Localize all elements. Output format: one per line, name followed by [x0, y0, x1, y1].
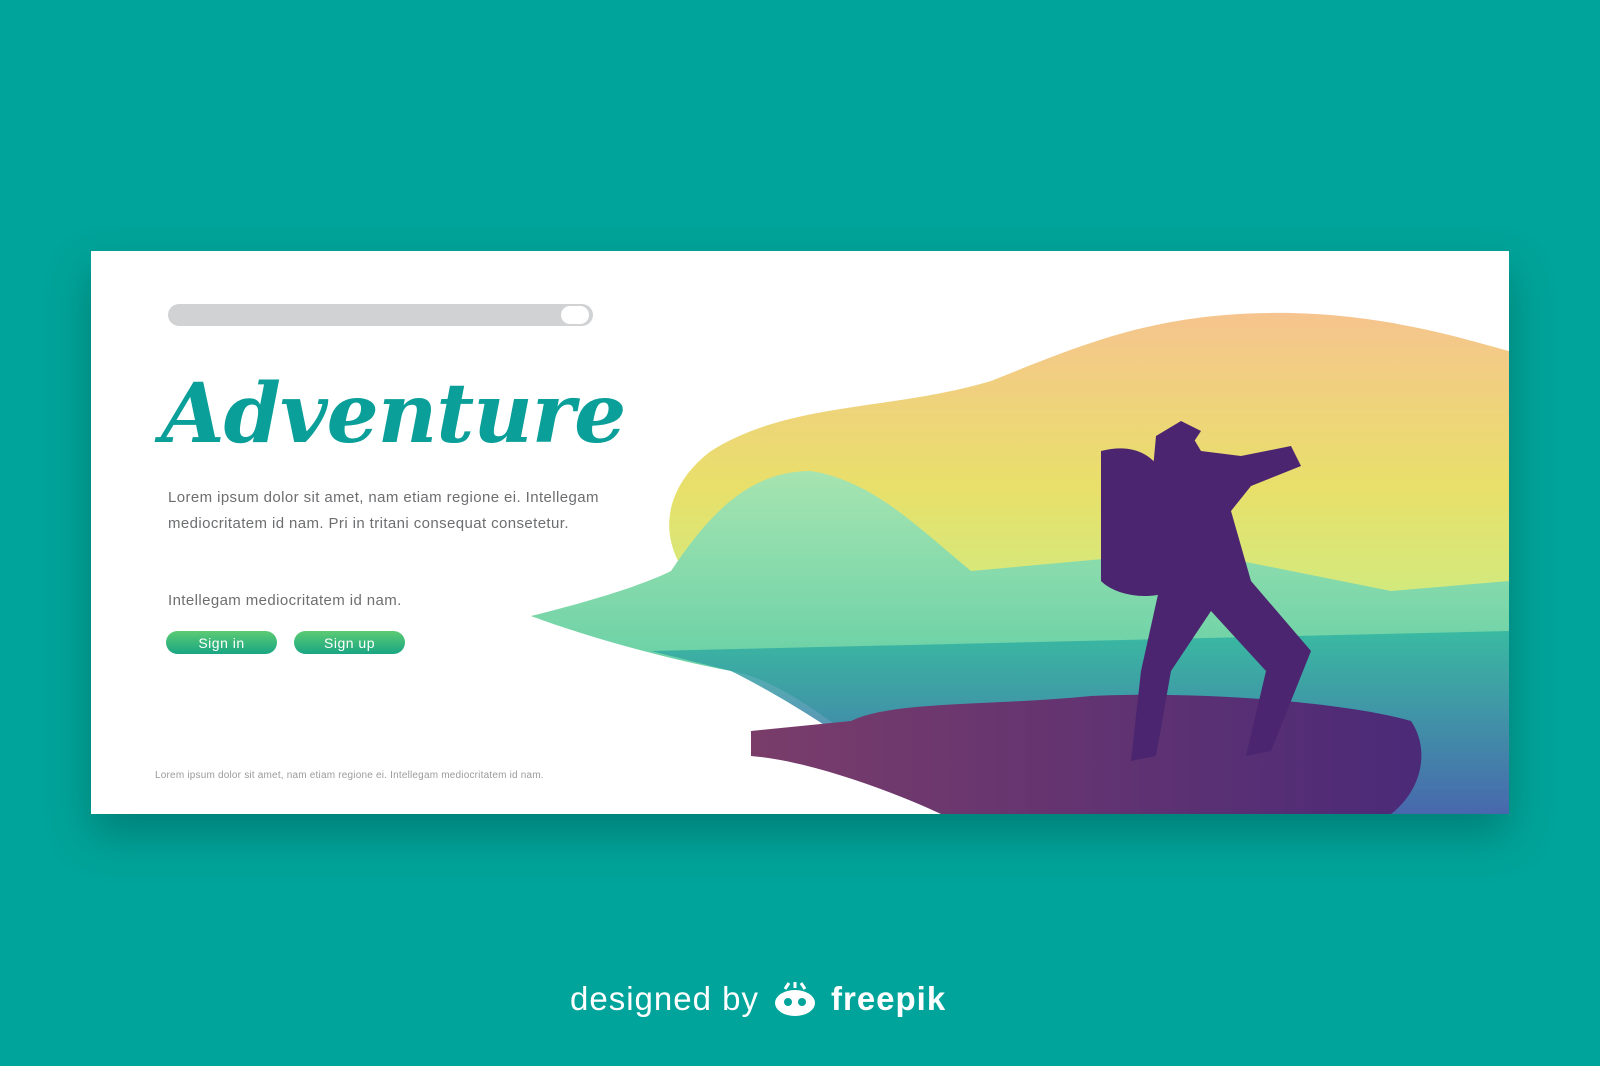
credit-brand: freepik [830, 980, 947, 1017]
freepik-logo-icon [774, 982, 815, 1016]
footer-text: Lorem ipsum dolor sit amet, nam etiam re… [155, 770, 544, 781]
search-toggle-knob[interactable] [561, 306, 589, 324]
credit-prefix: designed by [570, 980, 759, 1017]
hero-title: Adventure [161, 366, 626, 462]
sign-up-button[interactable]: Sign up [294, 631, 405, 654]
hero-paragraph: Lorem ipsum dolor sit amet, nam etiam re… [168, 489, 599, 532]
hero-subtext: Intellegam mediocritatem id nam. [168, 592, 402, 609]
search-bar[interactable] [168, 304, 593, 326]
sign-in-button[interactable]: Sign in [166, 631, 277, 654]
landing-card: Adventure Lorem ipsum dolor sit amet, na… [91, 251, 1509, 814]
freepik-credit: designed by freepik [570, 980, 946, 1018]
